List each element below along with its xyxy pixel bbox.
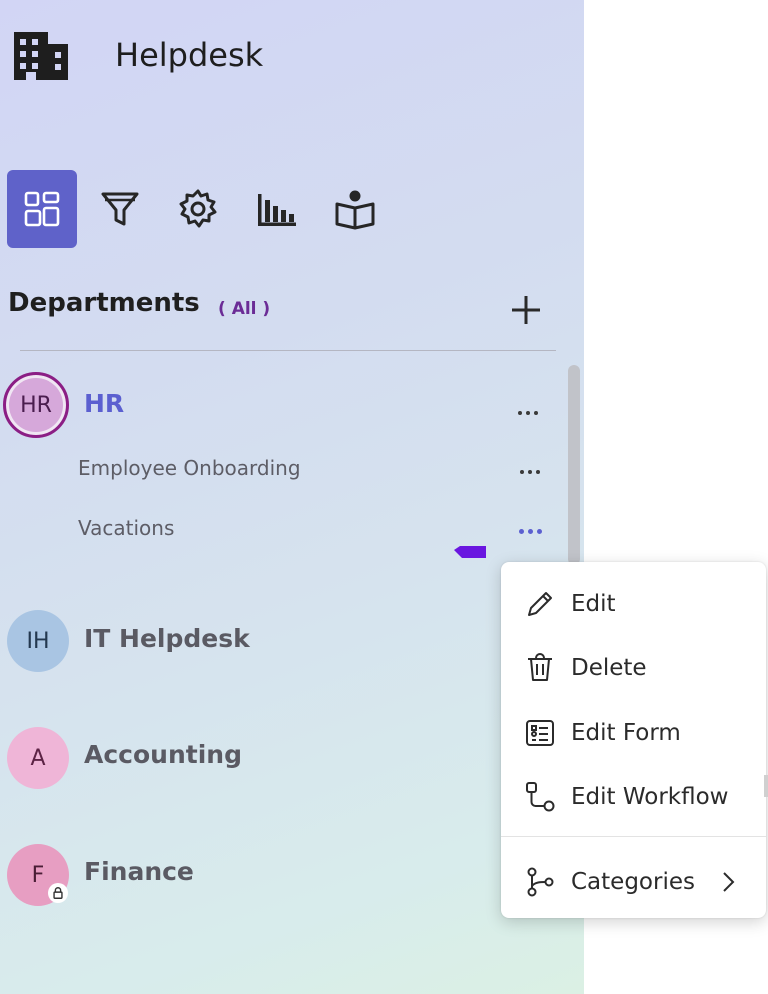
reader-book-icon — [335, 190, 375, 230]
onboarding-more-button[interactable] — [512, 462, 548, 482]
context-menu: Edit Delete Edit Form Edit Workflow Cate… — [501, 562, 766, 918]
menu-item-delete[interactable]: Delete — [501, 638, 766, 698]
sidebar: Helpdesk Departments (All) HR HR Emplo… — [0, 0, 584, 994]
dashboard-button[interactable] — [7, 170, 77, 248]
gear-icon — [179, 189, 217, 228]
section-divider — [20, 350, 556, 351]
bar-chart-icon — [258, 194, 296, 226]
trash-icon — [528, 653, 552, 681]
menu-item-categories[interactable]: Categories — [501, 852, 766, 912]
hr-more-button[interactable] — [510, 403, 546, 423]
menu-item-label: Delete — [571, 655, 647, 681]
subitem-employee-onboarding[interactable]: Employee Onboarding — [78, 456, 301, 480]
filter-button[interactable] — [85, 170, 155, 248]
menu-divider — [501, 836, 766, 837]
department-finance[interactable]: Finance — [84, 857, 194, 886]
list-scrollbar[interactable] — [568, 365, 580, 565]
branch-icon — [527, 867, 554, 897]
menu-item-label: Categories — [571, 869, 695, 895]
department-it-helpdesk[interactable]: IT Helpdesk — [84, 624, 250, 653]
workflow-icon — [526, 782, 555, 812]
department-hr[interactable]: HR — [84, 389, 124, 418]
departments-filter-link[interactable]: ( All ) — [218, 299, 270, 319]
pencil-icon — [528, 592, 552, 616]
avatar-it-helpdesk[interactable]: IH — [7, 610, 69, 672]
avatar-accounting[interactable]: A — [7, 727, 69, 789]
vacations-more-button[interactable] — [512, 521, 548, 541]
avatar-hr[interactable]: HR — [3, 372, 69, 438]
menu-item-edit-workflow[interactable]: Edit Workflow — [501, 767, 766, 827]
subitem-vacations[interactable]: Vacations — [78, 516, 174, 540]
menu-item-edit-form[interactable]: Edit Form — [501, 703, 766, 763]
menu-item-label: Edit Workflow — [571, 784, 729, 810]
plus-icon — [512, 296, 540, 324]
building-icon — [12, 30, 70, 82]
form-icon — [526, 720, 554, 746]
background-scrollbar — [764, 775, 768, 797]
menu-item-label: Edit — [571, 591, 616, 617]
menu-item-edit[interactable]: Edit — [501, 574, 766, 634]
app-title: Helpdesk — [115, 36, 264, 74]
knowledge-button[interactable] — [320, 170, 390, 248]
grid-layout-icon — [24, 191, 60, 227]
chevron-right-icon — [723, 872, 735, 892]
menu-item-label: Edit Form — [571, 720, 681, 746]
add-department-button[interactable] — [506, 290, 546, 330]
cursor-highlight — [454, 543, 486, 558]
settings-button[interactable] — [163, 170, 233, 248]
departments-heading: Departments — [8, 288, 200, 318]
funnel-icon — [101, 192, 139, 226]
reports-button[interactable] — [241, 170, 311, 248]
department-accounting[interactable]: Accounting — [84, 740, 242, 769]
lock-icon — [48, 883, 68, 903]
